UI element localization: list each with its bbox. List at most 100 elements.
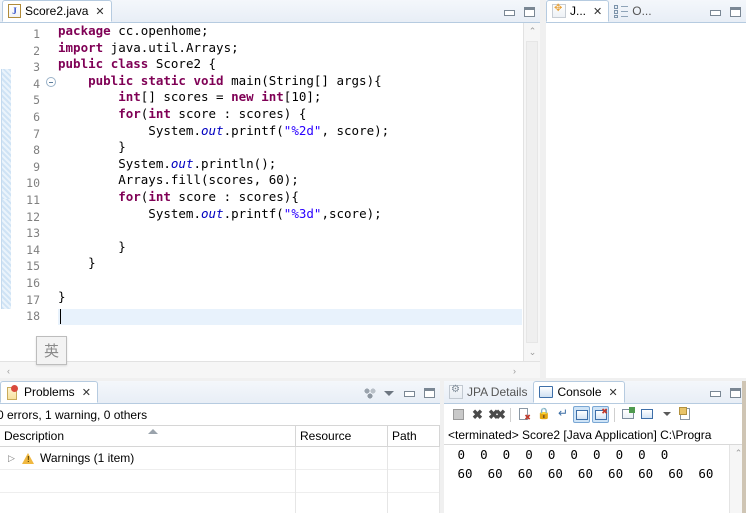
line-number: 16 [26,275,40,290]
line-number: 18 [26,309,40,324]
tab-jpa-structure-label: J... [570,4,587,18]
line-number: 8 [33,143,40,158]
code-line: package cc.openhome; [58,23,209,38]
scrollbar-thumb[interactable] [526,41,538,343]
close-icon[interactable]: ✕ [593,5,602,18]
toolbar-separator [614,407,615,422]
code-line: import java.util.Arrays; [58,39,239,55]
line-number: 17 [26,292,40,307]
editor-tab-score2-java[interactable]: J Score2.java ✕ [2,0,112,22]
minimize-icon[interactable] [709,6,722,18]
tab-jpa-details[interactable]: JPA Details [444,381,533,403]
outline-tabbar: J... ✕ O... [546,0,746,22]
column-label: Description [4,429,65,443]
minimize-icon[interactable] [503,6,516,18]
maximize-icon[interactable] [523,6,536,18]
line-number: 9 [33,159,40,174]
open-console-icon[interactable] [620,406,637,423]
line-number: 4 [33,76,40,91]
filter-icon[interactable] [363,387,376,399]
problems-view: Problems ✕ 0 errors, 1 warning, 0 others… [0,381,440,513]
code-line: Arrays.fill(scores, 60); [58,172,299,188]
tab-outline[interactable]: O... [609,0,657,22]
fold-collapse-icon[interactable] [46,77,56,87]
scroll-left-icon[interactable]: ‹ [0,362,17,379]
jpa-structure-icon [552,3,566,18]
table-row[interactable]: ▷ Warnings (1 item) [0,446,440,470]
view-menu-icon[interactable] [383,387,396,399]
annotation-ruler[interactable] [0,23,13,361]
table-row-empty [0,469,440,493]
code-line: public static void main(String[] args){ [88,72,382,88]
console-output-line: 60 60 60 60 60 60 60 60 60 60 [450,466,729,481]
outline-panel: J... ✕ O... [546,0,746,378]
console-view: JPA Details Console ✕ ✖ ✖✖ [444,381,746,513]
editor-tab-label: Score2.java [25,4,89,18]
line-number: 5 [33,93,40,108]
jpa-details-icon [449,384,463,399]
editor-window-buttons [503,6,536,18]
clear-console-icon[interactable] [516,406,533,423]
remove-launch-icon[interactable]: ✖ [469,406,486,423]
folding-ruler[interactable] [44,23,57,361]
tab-jpa-details-label: JPA Details [467,385,528,399]
maximize-icon[interactable] [423,387,436,399]
close-icon[interactable]: ✕ [609,386,618,399]
display-selected-console-icon[interactable] [639,406,656,423]
scroll-down-icon[interactable]: ⌄ [524,344,541,361]
editor-area: J Score2.java ✕ 1 2 3 4 5 6 7 8 9 10 11 12 13 14 15 16 1… [0,0,540,378]
remove-all-terminated-icon[interactable]: ✖✖ [488,406,506,423]
tab-outline-label: O... [632,4,652,18]
scroll-lock-icon[interactable] [535,406,552,423]
scroll-right-icon[interactable]: › [506,362,523,379]
console-output-text[interactable]: 0 0 0 0 0 0 0 0 0 0 60 60 60 60 60 60 60… [444,445,729,513]
tab-jpa-structure[interactable]: J... ✕ [546,0,610,22]
warning-icon [22,452,35,464]
code-text[interactable]: package cc.openhome; import java.util.Arr… [58,23,522,361]
outline-content [546,22,746,378]
ruler-mark [1,199,11,309]
editor-vertical-scrollbar[interactable]: ⌃ ⌄ [523,23,540,361]
minimize-icon[interactable] [403,387,416,399]
code-line: System.out.printf("%2d", score); [58,122,390,138]
console-dropdown-icon[interactable] [658,406,675,423]
close-icon[interactable]: ✕ [95,5,104,18]
line-number-ruler: 1 2 3 4 5 6 7 8 9 10 11 12 13 14 15 16 17 18 [13,23,43,361]
eclipse-workbench: J Score2.java ✕ 1 2 3 4 5 6 7 8 9 10 11 12 13 14 15 16 1… [0,0,746,513]
column-label: Path [392,429,417,443]
tab-console-label: Console [557,385,602,399]
code-line: } [58,288,66,304]
problems-table-header: Description Resource Path [0,425,440,447]
show-console-on-output-icon[interactable] [573,406,590,423]
close-icon[interactable]: ✕ [82,386,91,399]
editor-horizontal-scrollbar[interactable]: ‹ › [0,361,540,378]
problems-toolbar [363,387,436,399]
column-header-path[interactable]: Path [388,426,440,446]
maximize-icon[interactable] [729,6,742,18]
problems-tabbar: Problems ✕ [0,381,440,403]
maximize-icon[interactable] [729,387,742,399]
toolbar-separator [510,407,511,422]
expand-triangle-icon[interactable]: ▷ [8,453,19,464]
column-header-resource[interactable]: Resource [296,426,388,446]
word-wrap-icon[interactable] [554,406,571,423]
text-caret [60,309,61,324]
tab-problems[interactable]: Problems ✕ [0,381,98,403]
code-line: } [58,139,126,155]
outline-window-buttons [709,6,742,18]
problem-resource [296,446,388,470]
line-number: 3 [33,60,40,75]
minimize-icon[interactable] [709,387,722,399]
window-right-edge [742,381,746,513]
scroll-up-icon[interactable]: ⌃ [524,23,541,40]
pin-console-icon[interactable] [677,406,694,423]
outline-icon [614,4,629,18]
tab-console[interactable]: Console ✕ [533,381,625,403]
show-console-on-error-icon[interactable] [592,406,609,423]
ime-language-indicator[interactable]: 英 [36,336,67,365]
column-header-description[interactable]: Description [0,426,296,446]
terminate-icon[interactable] [450,406,467,423]
column-label: Resource [300,429,352,443]
problems-summary: 0 errors, 1 warning, 0 others [0,403,440,425]
